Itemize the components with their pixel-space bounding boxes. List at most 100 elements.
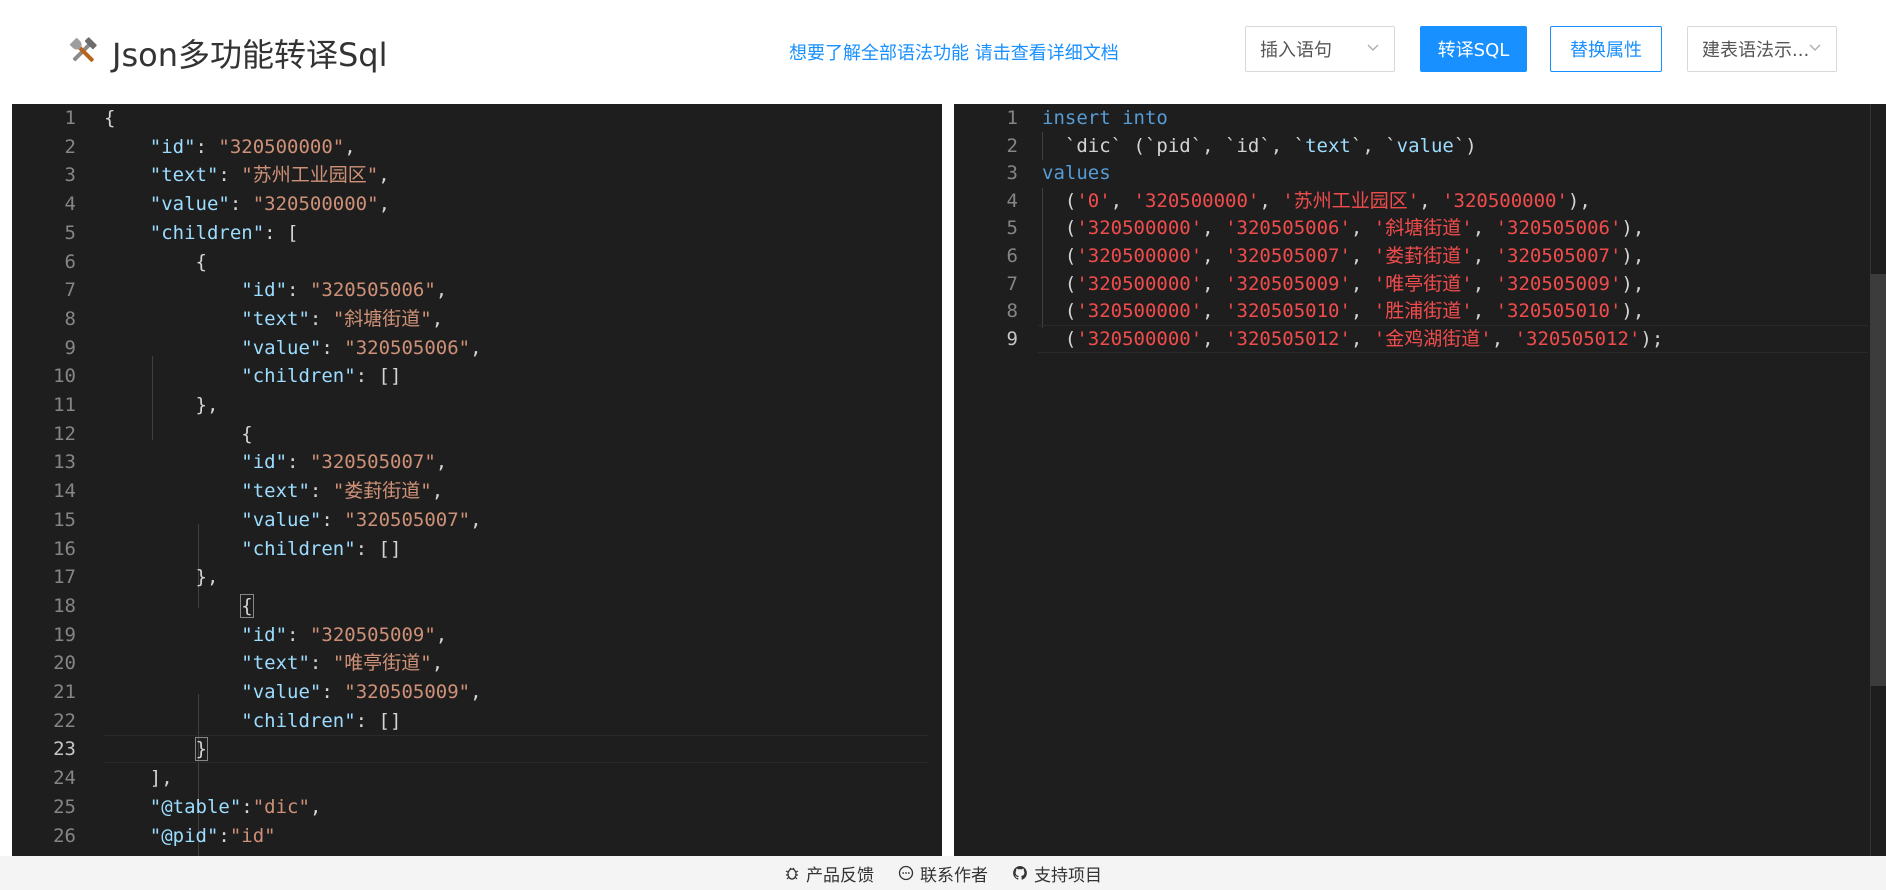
code-line: 21 "value": "320505009", (12, 678, 942, 706)
code-line: 10 "children": [] (12, 362, 942, 390)
code-token: "id" (241, 623, 288, 646)
code-token: ), (1567, 189, 1591, 212)
line-number: 4 (1006, 189, 1018, 212)
code-token: : (195, 135, 219, 158)
code-token: "320505006" (344, 336, 471, 359)
line-number: 11 (53, 394, 76, 416)
code-text: "id": "320505007", (104, 448, 447, 476)
code-token: "320505007" (344, 508, 471, 531)
code-token: : (309, 307, 333, 330)
json-editor[interactable]: 1{2 "id": "320500000", 3 "text": "苏州工业园区"… (12, 104, 942, 856)
line-number: 3 (1006, 162, 1018, 185)
code-token: , (1259, 189, 1283, 212)
support-link[interactable]: 支持项目 (1012, 861, 1102, 886)
line-number: 24 (53, 767, 76, 790)
code-token: , (1350, 272, 1374, 295)
code-text: "children": [] (104, 362, 401, 390)
code-token: , (1472, 272, 1496, 295)
line-number: 20 (53, 652, 76, 675)
code-token: , (1202, 217, 1226, 240)
code-text: ('0', '320500000', '苏州工业园区', '320500000'… (1042, 187, 1591, 215)
code-token: text (1305, 134, 1351, 157)
code-token: "text" (241, 307, 310, 330)
code-token: , (1350, 327, 1374, 350)
line-number: 1 (1006, 107, 1018, 129)
code-line: 17 }, (12, 563, 942, 591)
line-number: 25 (53, 795, 76, 818)
code-token: , (1202, 300, 1226, 323)
docs-link[interactable]: 想要了解全部语法功能 请击查看详细文档 (789, 39, 1119, 65)
contact-label: 联系作者 (920, 865, 988, 886)
matched-bracket: { (240, 593, 254, 618)
code-token: : (321, 508, 345, 531)
code-line: 26 "@pid":"id" (12, 822, 942, 850)
insert-statement-select[interactable]: 插入语句 (1245, 26, 1395, 72)
code-line: 12 { (12, 420, 942, 448)
code-token: , (1202, 245, 1226, 267)
code-token: , (431, 307, 444, 330)
code-text: ('320500000', '320505012', '金鸡湖街道', '320… (1042, 325, 1663, 353)
code-token: "text" (241, 652, 310, 675)
code-token: "320500000" (218, 135, 345, 158)
code-token: : (287, 451, 310, 474)
code-token: '娄葑街道' (1373, 245, 1473, 267)
code-token: { (104, 250, 207, 273)
code-token: '320500000' (1442, 189, 1568, 212)
code-token: '320505012' (1225, 327, 1351, 350)
code-text: { (104, 248, 207, 276)
contact-link[interactable]: 联系作者 (898, 861, 988, 886)
code-line: 9 ('320500000', '320505012', '金鸡湖街道', '3… (954, 325, 1886, 353)
code-token: "id" (229, 824, 276, 847)
code-token: '320500000' (1076, 272, 1203, 295)
app-title: Json多功能转译Sql (112, 36, 388, 74)
code-text: "id": "320500000", (104, 133, 356, 161)
code-line: 18 { (12, 592, 942, 620)
code-text: "text": "苏州工业园区", (104, 161, 390, 189)
code-line: 24 ], (12, 764, 942, 792)
code-token: , (435, 623, 448, 646)
code-line: 5 ('320500000', '320505006', '斜塘街道', '32… (954, 214, 1886, 242)
code-token: "children" (241, 709, 356, 732)
code-token: "@table" (149, 795, 242, 818)
code-token: : [] (355, 365, 402, 388)
code-token: "320505007" (309, 451, 436, 474)
convert-sql-button[interactable]: 转译SQL (1420, 26, 1527, 72)
code-token: '斜塘街道' (1373, 217, 1473, 240)
code-token: : (218, 824, 230, 847)
code-line: 7 ('320500000', '320505009', '唯亭街道', '32… (954, 270, 1886, 298)
code-token: '唯亭街道' (1373, 272, 1473, 295)
code-token: , (378, 164, 390, 187)
sql-editor[interactable]: 1 insert into 2 `dic` (`pid`, `id`, `text`… (954, 104, 1886, 856)
code-token: , (378, 193, 391, 216)
code-token: "text" (149, 164, 219, 187)
code-token: ), (1621, 245, 1645, 267)
line-number: 2 (1006, 134, 1018, 157)
code-token: ), (1621, 300, 1645, 323)
code-token: '320500000' (1076, 245, 1203, 267)
code-token: "@pid" (149, 824, 219, 847)
code-token: '320505007' (1495, 245, 1622, 267)
feedback-link[interactable]: 产品反馈 (784, 861, 874, 886)
code-token: "320505009" (309, 623, 436, 646)
chevron-down-icon (1809, 44, 1821, 51)
line-number: 9 (64, 336, 76, 359)
replace-attribute-button[interactable]: 替换属性 (1550, 26, 1662, 72)
line-number: 18 (53, 594, 76, 617)
code-token: , (431, 480, 444, 503)
code-line: 8 "text": "斜塘街道", (12, 305, 942, 333)
ddl-example-select[interactable]: 建表语法示... (1687, 26, 1837, 72)
code-token: '320505007' (1225, 245, 1351, 267)
code-text: "children": [] (104, 535, 401, 563)
line-number: 4 (64, 193, 76, 216)
code-line: 25 "@table":"dic", (12, 793, 942, 821)
